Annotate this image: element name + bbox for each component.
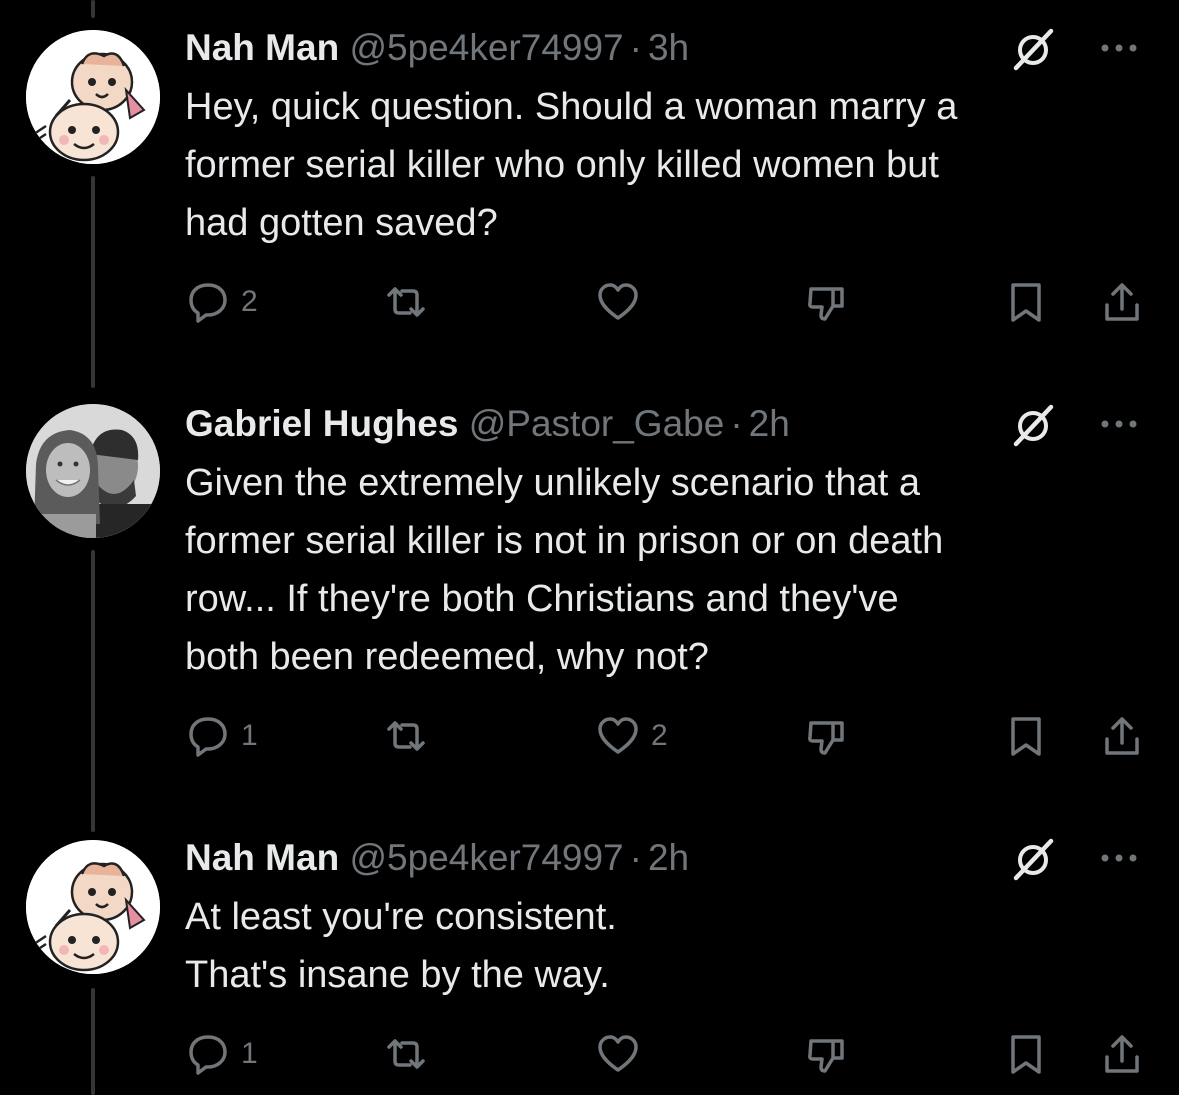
reply-count: 1: [241, 1037, 258, 1070]
user-handle[interactable]: @5pe4ker74997: [349, 837, 623, 878]
separator-dot: ·: [629, 837, 642, 878]
reply-icon: [189, 1035, 227, 1075]
like-button[interactable]: [595, 1028, 651, 1080]
avatar[interactable]: [26, 840, 160, 974]
bookmark-icon: [1011, 1035, 1041, 1074]
downvote-icon: [808, 1039, 844, 1073]
repost-button[interactable]: [383, 1028, 439, 1080]
tweet-text: At least you're consistent. That's insan…: [185, 888, 1149, 1004]
repost-icon: [387, 1039, 425, 1069]
heart-icon: [598, 1035, 638, 1072]
tweet-text-line: That's insane by the way.: [185, 954, 610, 996]
timestamp[interactable]: 2h: [648, 837, 689, 878]
grok-icon[interactable]: [1011, 838, 1055, 882]
share-button[interactable]: [1099, 1028, 1145, 1080]
tweet-header: Nah Man @5pe4ker74997 · 2h: [185, 832, 1149, 884]
reply-button[interactable]: 1: [185, 1028, 258, 1080]
display-name[interactable]: Nah Man: [185, 837, 339, 878]
bookmark-button[interactable]: [1003, 1028, 1049, 1080]
cartoon-babies-icon: [26, 840, 160, 974]
tweet[interactable]: Nah Man @5pe4ker74997 · 2h At least you're…: [0, 0, 1179, 1095]
conversation-thread: Nah Man @5pe4ker74997 · 3h Hey, quick ques…: [0, 0, 1179, 1095]
share-icon: [1105, 1035, 1139, 1073]
tweet-text-line: At least you're consistent.: [185, 896, 617, 938]
tweet-actions: 1: [185, 1028, 1149, 1080]
downvote-button[interactable]: [803, 1028, 849, 1080]
tweet-content: Nah Man @5pe4ker74997 · 2h At least you're…: [185, 832, 1149, 1004]
more-options-icon[interactable]: [1097, 840, 1141, 876]
